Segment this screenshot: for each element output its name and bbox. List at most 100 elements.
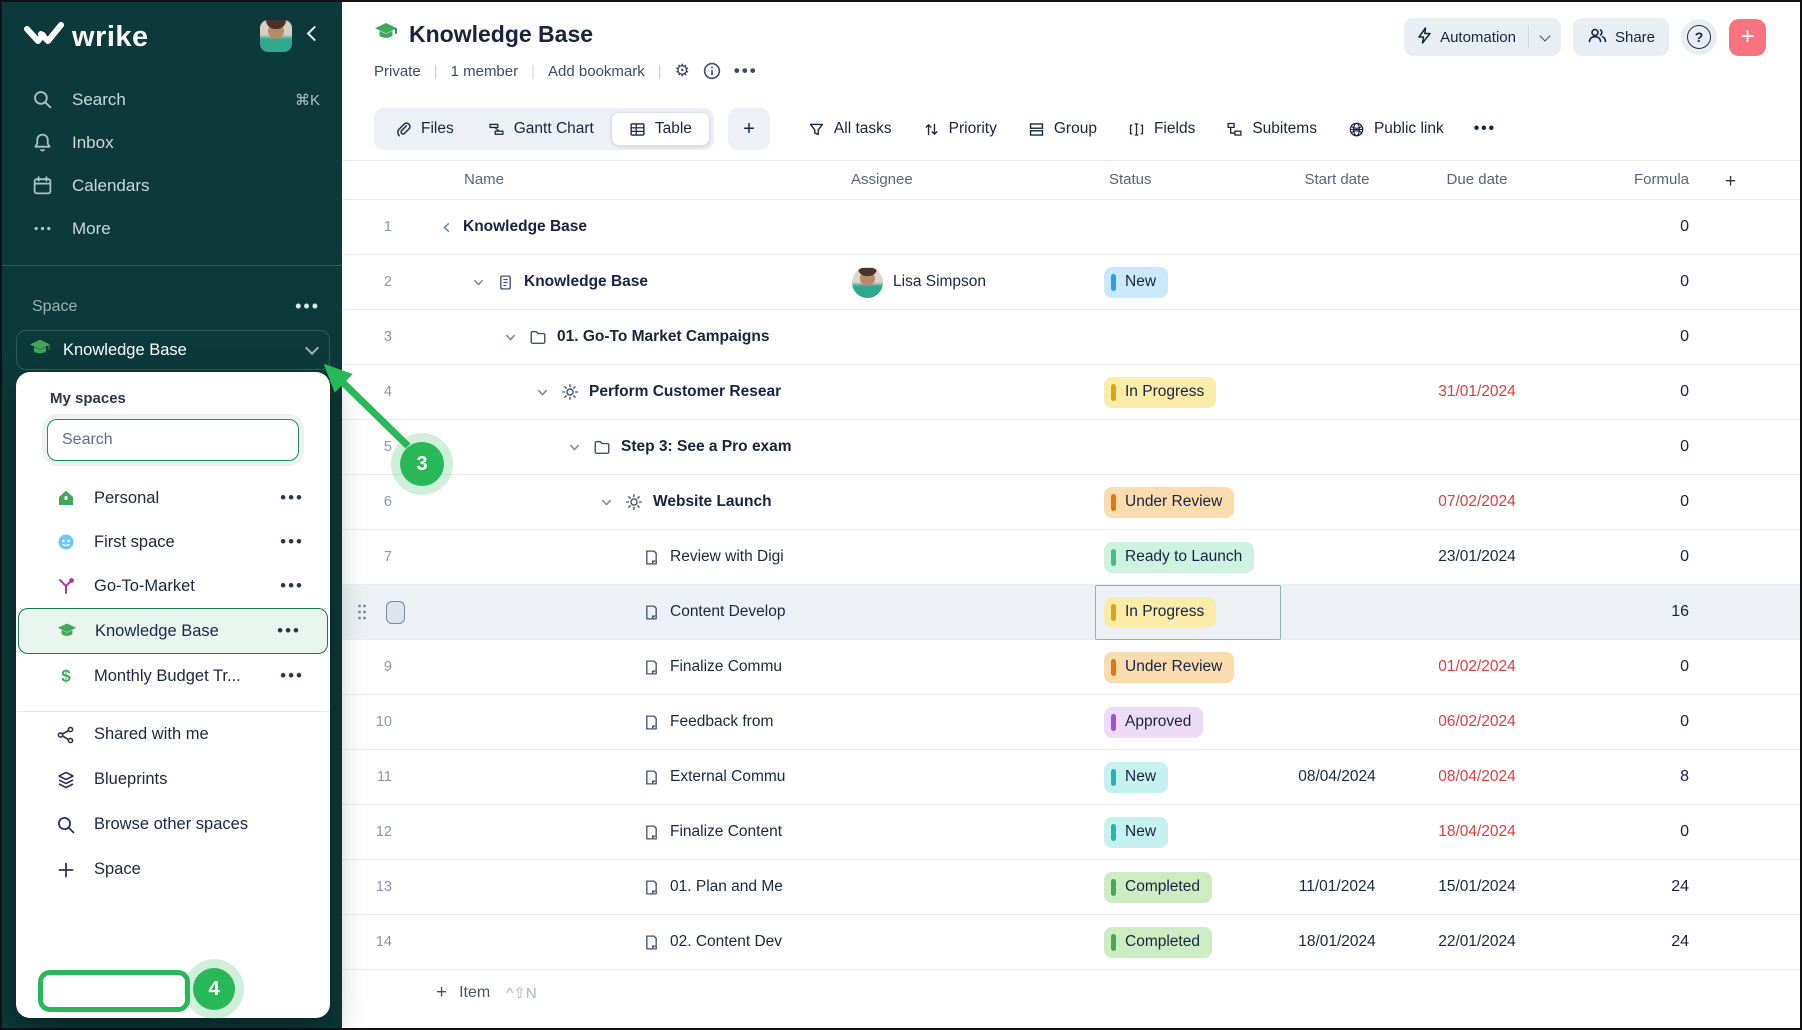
formula-cell[interactable]: 16 xyxy=(1572,585,1689,639)
sidebar-item-more[interactable]: More xyxy=(2,207,342,250)
status-cell[interactable]: Completed xyxy=(1104,915,1212,969)
filter-all-tasks[interactable]: All tasks xyxy=(808,120,892,138)
due-date-cell[interactable]: 31/01/2024 xyxy=(1422,365,1532,419)
filter-group[interactable]: Group xyxy=(1028,120,1097,138)
formula-cell[interactable]: 0 xyxy=(1572,200,1689,254)
task-name-cell[interactable]: Knowledge Base xyxy=(439,200,587,254)
view-tab-table[interactable]: Table xyxy=(610,112,710,146)
status-cell[interactable]: New xyxy=(1104,805,1169,859)
due-date-cell[interactable]: 01/02/2024 xyxy=(1422,640,1532,694)
dropdown-item-shared-with-me[interactable]: Shared with me xyxy=(16,712,330,757)
dropdown-item-blueprints[interactable]: Blueprints xyxy=(16,757,330,802)
formula-cell[interactable]: 0 xyxy=(1572,475,1689,529)
formula-cell[interactable]: 0 xyxy=(1572,530,1689,584)
space-item-menu-icon[interactable]: ••• xyxy=(280,532,304,552)
task-name-cell[interactable]: Step 3: See a Pro exam xyxy=(567,420,792,474)
chevron-left-icon[interactable] xyxy=(439,220,453,234)
task-name-cell[interactable]: Content Develop xyxy=(631,585,785,639)
more-options-icon[interactable]: ••• xyxy=(734,61,758,81)
share-button[interactable]: Share xyxy=(1572,18,1669,56)
table-row[interactable]: 5 Step 3: See a Pro exam 0 xyxy=(342,420,1800,475)
due-date-cell[interactable]: 22/01/2024 xyxy=(1422,915,1532,969)
filter-subitems[interactable]: Subitems xyxy=(1226,120,1317,138)
column-header-start-date[interactable]: Start date xyxy=(1282,171,1392,188)
settings-gear-icon[interactable]: ⚙ xyxy=(675,61,690,81)
start-date-cell[interactable]: 11/01/2024 xyxy=(1282,860,1392,914)
task-name-cell[interactable]: Review with Digi xyxy=(631,530,784,584)
table-row[interactable]: 13 01. Plan and Me Completed 11/01/2024 15/0… xyxy=(342,860,1800,915)
chevron-down-icon[interactable] xyxy=(535,385,549,399)
members-label[interactable]: 1 member xyxy=(451,63,519,80)
collapse-sidebar-icon[interactable] xyxy=(304,26,320,42)
space-item-menu-icon[interactable]: ••• xyxy=(280,666,304,686)
space-item-personal[interactable]: Personal ••• xyxy=(16,476,330,520)
table-row[interactable]: 10 Feedback from Approved 06/02/2024 0 xyxy=(342,695,1800,750)
table-row[interactable]: 6 Website Launch Under Review 07/02/2024 0 xyxy=(342,475,1800,530)
space-item-menu-icon[interactable]: ••• xyxy=(280,488,304,508)
dropdown-item-space[interactable]: Space xyxy=(16,847,330,892)
filter-public-link[interactable]: Public link xyxy=(1348,120,1444,138)
chevron-down-icon[interactable] xyxy=(503,330,517,344)
formula-cell[interactable]: 0 xyxy=(1572,695,1689,749)
help-button[interactable]: ? xyxy=(1681,19,1717,55)
task-name-cell[interactable]: 01. Plan and Me xyxy=(631,860,783,914)
due-date-cell[interactable]: 07/02/2024 xyxy=(1422,475,1532,529)
due-date-cell[interactable]: 06/02/2024 xyxy=(1422,695,1532,749)
status-cell[interactable]: Completed xyxy=(1104,860,1212,914)
task-name-cell[interactable]: Website Launch xyxy=(599,475,772,529)
table-row[interactable]: 4 Perform Customer Resear In Progress 31/01… xyxy=(342,365,1800,420)
row-checkbox[interactable] xyxy=(386,601,405,624)
table-row[interactable]: 3 01. Go-To Market Campaigns 0 xyxy=(342,310,1800,365)
add-item-row[interactable]: + Item ^⇧N xyxy=(342,970,1800,1016)
column-header-due-date[interactable]: Due date xyxy=(1422,171,1532,188)
status-cell[interactable]: In Progress xyxy=(1104,365,1217,419)
add-view-button[interactable]: + xyxy=(727,108,770,150)
status-cell[interactable]: New xyxy=(1104,750,1169,804)
task-name-cell[interactable]: Finalize Content xyxy=(631,805,782,859)
space-item-product-launches[interactable]: Product Launches ••• xyxy=(16,698,330,711)
dropdown-item-browse-other-spaces[interactable]: Browse other spaces xyxy=(16,802,330,847)
space-item-monthly-budget-tr[interactable]: $ Monthly Budget Tr... ••• xyxy=(16,654,330,698)
chevron-down-icon[interactable] xyxy=(471,275,485,289)
formula-cell[interactable]: 0 xyxy=(1572,640,1689,694)
table-row[interactable]: 7 Review with Digi Ready to Launch 23/01/20… xyxy=(342,530,1800,585)
task-name-cell[interactable]: 02. Content Dev xyxy=(631,915,782,969)
drag-handle-icon[interactable] xyxy=(356,585,368,639)
automation-dropdown-icon[interactable] xyxy=(1529,29,1561,42)
table-row[interactable]: 1 Knowledge Base 0 xyxy=(342,200,1800,255)
formula-cell[interactable]: 0 xyxy=(1572,255,1689,309)
column-header-formula[interactable]: Formula xyxy=(1572,171,1689,188)
column-header-name[interactable]: Name xyxy=(464,171,504,188)
formula-cell[interactable]: 0 xyxy=(1572,365,1689,419)
sidebar-item-inbox[interactable]: Inbox xyxy=(2,121,342,164)
task-name-cell[interactable]: Feedback from xyxy=(631,695,773,749)
add-column-button[interactable]: + xyxy=(1725,171,1736,193)
status-cell[interactable]: In Progress xyxy=(1104,585,1217,639)
column-header-assignee[interactable]: Assignee xyxy=(851,171,913,188)
create-new-button[interactable]: + xyxy=(1729,18,1766,56)
column-header-status[interactable]: Status xyxy=(1109,171,1152,188)
task-name-cell[interactable]: Knowledge Base xyxy=(471,255,648,309)
space-item-menu-icon[interactable]: ••• xyxy=(280,710,304,711)
table-row[interactable]: 11 External Commu New 08/04/2024 08/04/2024 8 xyxy=(342,750,1800,805)
view-tab-files[interactable]: Files xyxy=(378,112,471,146)
start-date-cell[interactable]: 18/01/2024 xyxy=(1282,915,1392,969)
table-row[interactable]: 2 Knowledge Base Lisa Simpson New 0 xyxy=(342,255,1800,310)
space-selector[interactable]: Knowledge Base xyxy=(16,330,330,370)
formula-cell[interactable]: 0 xyxy=(1572,310,1689,364)
space-item-go-to-market[interactable]: Go-To-Market ••• xyxy=(16,564,330,608)
space-item-knowledge-base[interactable]: Knowledge Base ••• xyxy=(18,608,328,654)
toolbar-more-icon[interactable]: ••• xyxy=(1474,120,1496,138)
status-cell[interactable]: Approved xyxy=(1104,695,1204,749)
due-date-cell[interactable]: 18/04/2024 xyxy=(1422,805,1532,859)
due-date-cell[interactable]: 23/01/2024 xyxy=(1422,530,1532,584)
space-section-menu-icon[interactable]: ••• xyxy=(295,296,320,317)
chevron-down-icon[interactable] xyxy=(567,440,581,454)
start-date-cell[interactable]: 08/04/2024 xyxy=(1282,750,1392,804)
table-row[interactable]: Content Develop In Progress 16 xyxy=(342,585,1800,640)
status-cell[interactable]: New xyxy=(1104,255,1169,309)
table-row[interactable]: 12 Finalize Content New 18/04/2024 0 xyxy=(342,805,1800,860)
formula-cell[interactable]: 0 xyxy=(1572,805,1689,859)
user-avatar[interactable] xyxy=(260,20,292,52)
space-item-first-space[interactable]: First space ••• xyxy=(16,520,330,564)
